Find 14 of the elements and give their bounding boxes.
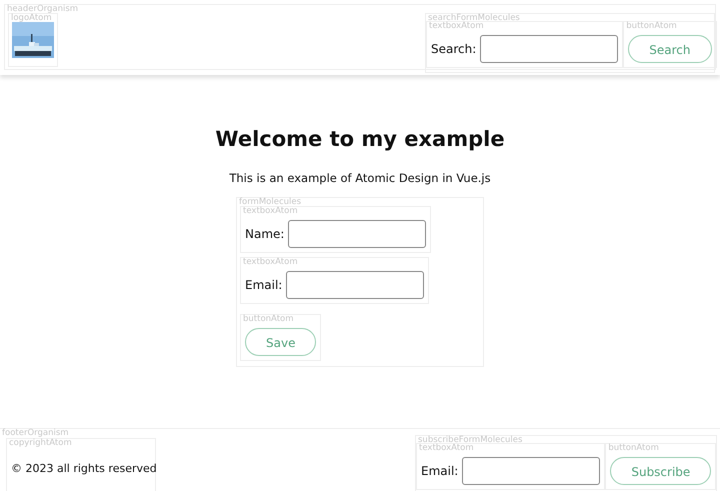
field-label: Email: [421,463,458,480]
copyright-text: © 2023 all rights reserved [11,462,157,475]
field-label: Email: [245,277,282,294]
action-button[interactable]: Save [245,328,316,356]
text-field[interactable] [462,457,600,485]
text-field[interactable] [480,35,618,63]
action-button[interactable]: Subscribe [610,457,712,485]
text-field[interactable] [288,220,426,248]
action-button[interactable]: Search [628,35,712,63]
subtitle-text: This is an example of Atomic Design in Vue.js [229,170,491,188]
field-label: Search: [431,41,476,58]
page-title: Welcome to my example [215,127,505,152]
text-field[interactable] [286,271,424,300]
field-label: Name: [245,226,284,244]
